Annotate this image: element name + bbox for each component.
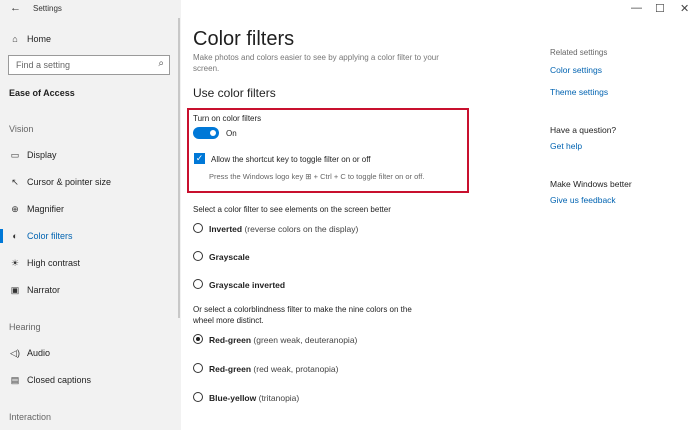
sidebar-item-narrator[interactable]: ▣ Narrator (0, 280, 181, 300)
sidebar-item-high-contrast[interactable]: ☀ High contrast (0, 253, 181, 273)
search-icon[interactable]: ⌕ (158, 58, 164, 69)
link-give-feedback[interactable]: Give us feedback (550, 195, 616, 205)
sidebar-item-closed-captions[interactable]: ▤ Closed captions (0, 370, 181, 390)
radio-inverted[interactable] (193, 223, 203, 233)
shortcut-hint: Press the Windows logo key ⊞ + Ctrl + C … (209, 172, 425, 181)
active-indicator (0, 229, 3, 243)
option-label-grayscale: Grayscale (209, 252, 250, 262)
cursor-icon: ↖ (11, 177, 19, 187)
question-heading: Have a question? (550, 125, 617, 135)
shortcut-checkbox-label: Allow the shortcut key to toggle filter … (211, 155, 371, 164)
sidebar-item-label: Cursor & pointer size (27, 177, 112, 187)
colorblind-prompt-line2: wheel more distinct. (193, 316, 264, 325)
minimize-icon[interactable]: — (631, 2, 642, 14)
maximize-icon[interactable]: ☐ (655, 2, 665, 15)
speaker-icon: ◁) (10, 348, 20, 358)
link-theme-settings[interactable]: Theme settings (550, 87, 608, 97)
nav-home-label: Home (27, 34, 52, 44)
checkmark-icon: ✓ (195, 153, 204, 163)
radio-grayscale-inverted[interactable] (193, 279, 203, 289)
feedback-heading: Make Windows better (550, 179, 632, 189)
related-settings-heading: Related settings (550, 48, 608, 57)
sidebar-item-cursor[interactable]: ↖ Cursor & pointer size (0, 172, 181, 192)
magnifier-icon: ⊕ (11, 204, 19, 214)
captions-icon: ▤ (10, 375, 20, 385)
link-color-settings[interactable]: Color settings (550, 65, 602, 75)
option-label-tritanopia: Blue-yellow (tritanopia) (209, 393, 300, 403)
sidebar-item-label: Display (27, 150, 57, 160)
color-filters-toggle[interactable] (193, 127, 219, 139)
sidebar-item-magnifier[interactable]: ⊕ Magnifier (0, 199, 181, 219)
section-heading-interaction: Interaction (9, 412, 52, 422)
title-bar: ← Settings (0, 0, 181, 18)
radio-red-green-protanopia[interactable] (193, 363, 203, 373)
monitor-icon: ▭ (10, 150, 20, 160)
sidebar-item-label: Color filters (27, 231, 73, 241)
category-title: Ease of Access (9, 88, 75, 98)
contrast-icon: ☀ (10, 258, 20, 268)
section-heading-vision: Vision (9, 124, 34, 134)
radio-blue-yellow-tritanopia[interactable] (193, 392, 203, 402)
sidebar-item-display[interactable]: ▭ Display (0, 145, 181, 165)
narrator-icon: ▣ (10, 285, 20, 295)
colorblind-prompt-line1: Or select a colorblindness filter to mak… (193, 305, 412, 314)
search-input[interactable] (14, 59, 148, 71)
section-title: Use color filters (193, 86, 276, 100)
sidebar-item-color-filters[interactable]: ◐ Color filters (0, 226, 181, 246)
toggle-state: On (226, 129, 237, 138)
toggle-label: Turn on color filters (193, 114, 262, 123)
color-filter-icon: ◐ (12, 231, 18, 241)
shortcut-checkbox[interactable]: ✓ (194, 153, 205, 164)
back-arrow-icon[interactable]: ← (10, 2, 21, 14)
sidebar: ← Settings ⌂ Home ⌕ Ease of Access Visio… (0, 0, 181, 430)
section-heading-hearing: Hearing (9, 322, 41, 332)
search-box[interactable]: ⌕ (8, 55, 170, 75)
sidebar-scrollbar[interactable] (178, 18, 180, 318)
close-icon[interactable]: ✕ (680, 2, 689, 15)
option-label-deuteranopia: Red-green (green weak, deuteranopia) (209, 335, 358, 345)
page-title: Color filters (193, 28, 295, 50)
page-description: Make photos and colors easier to see by … (193, 53, 439, 73)
home-icon: ⌂ (12, 34, 18, 44)
sidebar-item-label: Magnifier (27, 204, 65, 214)
sidebar-item-label: Audio (27, 348, 51, 358)
radio-grayscale[interactable] (193, 251, 203, 261)
option-label-protanopia: Red-green (red weak, protanopia) (209, 364, 339, 374)
sidebar-item-label: Narrator (27, 285, 61, 295)
option-label-inverted: Inverted (reverse colors on the display) (209, 224, 359, 234)
sidebar-item-audio[interactable]: ◁) Audio (0, 343, 181, 363)
radio-red-green-deuteranopia[interactable] (193, 334, 203, 344)
nav-home[interactable]: ⌂ Home (0, 29, 181, 49)
sidebar-item-label: High contrast (27, 258, 81, 268)
toggle-knob (210, 130, 216, 136)
sidebar-item-label: Closed captions (27, 375, 92, 385)
link-get-help[interactable]: Get help (550, 141, 582, 151)
filter-prompt: Select a color filter to see elements on… (193, 205, 391, 214)
app-title: Settings (33, 4, 62, 13)
option-label-grayscale-inverted: Grayscale inverted (209, 280, 286, 290)
